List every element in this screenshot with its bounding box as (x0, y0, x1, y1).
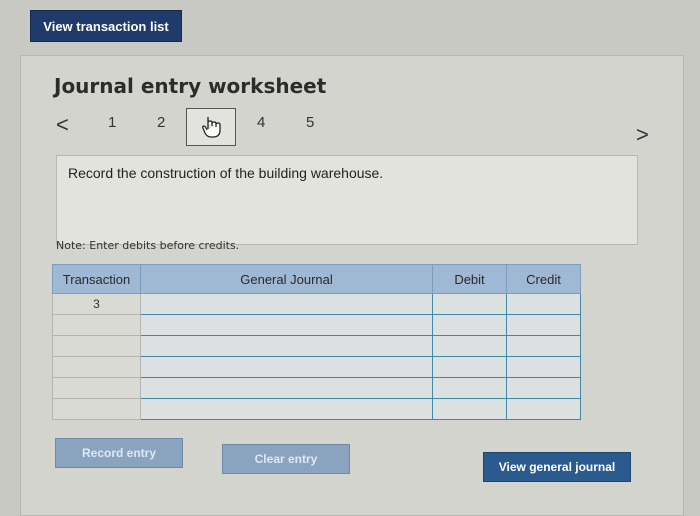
step-1[interactable]: 1 (108, 114, 116, 131)
transaction-cell: 3 (52, 293, 141, 315)
step-3-active[interactable] (186, 108, 236, 146)
clear-entry-button[interactable]: Clear entry (222, 444, 350, 474)
step-navigation: < 1 2 4 5 > (0, 108, 700, 148)
header-general-journal: General Journal (140, 264, 433, 294)
journal-table: Transaction General Journal Debit Credit… (52, 264, 581, 420)
next-arrow-icon[interactable]: > (636, 122, 649, 148)
credit-input[interactable] (506, 314, 581, 336)
credit-input[interactable] (506, 377, 581, 399)
account-input[interactable] (140, 335, 433, 357)
page-title: Journal entry worksheet (54, 74, 327, 98)
debit-input[interactable] (432, 335, 507, 357)
step-2[interactable]: 2 (157, 114, 165, 131)
header-credit: Credit (506, 264, 581, 294)
hand-pointer-icon (202, 117, 221, 138)
debit-input[interactable] (432, 398, 507, 420)
account-input[interactable] (140, 398, 433, 420)
credit-input[interactable] (506, 398, 581, 420)
view-general-journal-button[interactable]: View general journal (483, 452, 631, 482)
account-input[interactable] (140, 293, 433, 315)
debit-input[interactable] (432, 356, 507, 378)
previous-arrow-icon[interactable]: < (56, 112, 69, 138)
view-transaction-list-button[interactable]: View transaction list (30, 10, 182, 42)
header-transaction: Transaction (52, 264, 141, 294)
transaction-cell (52, 377, 141, 399)
table-row (52, 335, 581, 357)
credit-input[interactable] (506, 356, 581, 378)
table-row (52, 356, 581, 378)
transaction-cell (52, 398, 141, 420)
transaction-cell (52, 356, 141, 378)
table-row: 3 (52, 293, 581, 315)
header-debit: Debit (432, 264, 507, 294)
record-entry-button[interactable]: Record entry (55, 438, 183, 468)
credit-input[interactable] (506, 293, 581, 315)
credit-input[interactable] (506, 335, 581, 357)
step-5[interactable]: 5 (306, 114, 314, 131)
table-row (52, 314, 581, 336)
account-input[interactable] (140, 314, 433, 336)
account-input[interactable] (140, 356, 433, 378)
debit-input[interactable] (432, 293, 507, 315)
debit-input[interactable] (432, 314, 507, 336)
debit-input[interactable] (432, 377, 507, 399)
step-4[interactable]: 4 (257, 114, 265, 131)
table-row (52, 398, 581, 420)
note-text: Note: Enter debits before credits. (56, 239, 240, 252)
table-row (52, 377, 581, 399)
transaction-cell (52, 314, 141, 336)
transaction-cell (52, 335, 141, 357)
account-input[interactable] (140, 377, 433, 399)
question-text: Record the construction of the building … (68, 165, 384, 181)
table-header-row: Transaction General Journal Debit Credit (52, 264, 581, 294)
